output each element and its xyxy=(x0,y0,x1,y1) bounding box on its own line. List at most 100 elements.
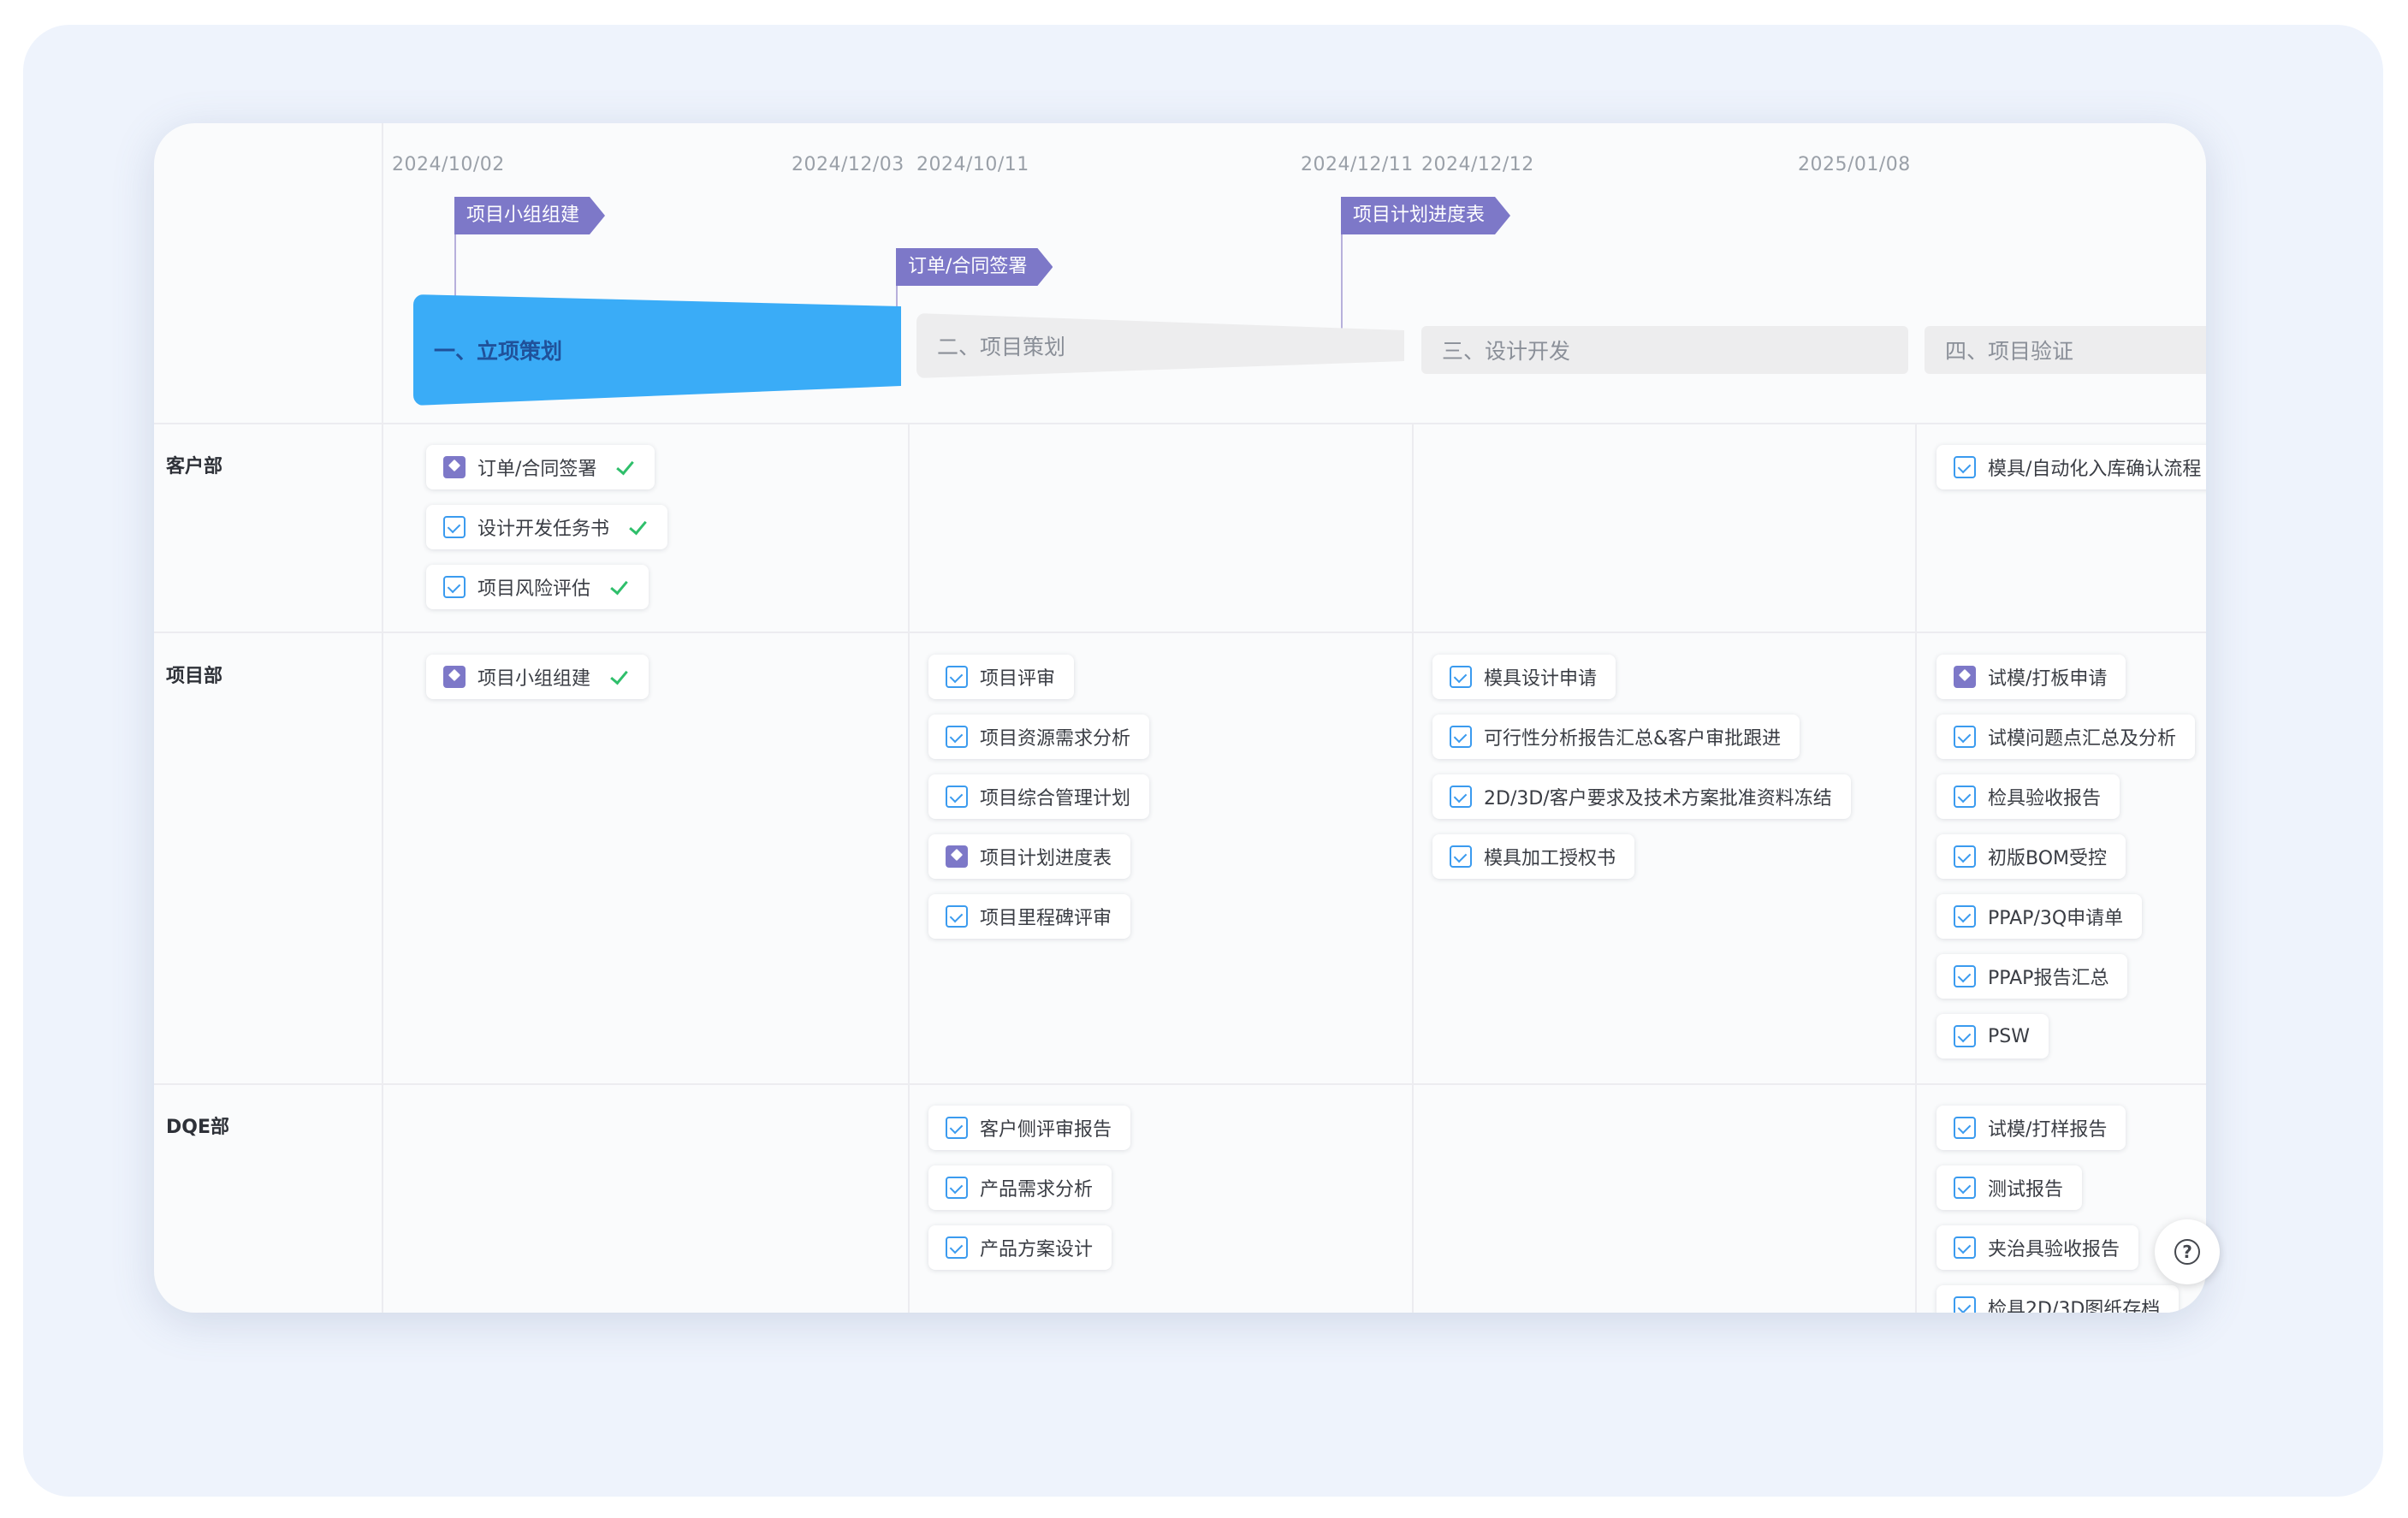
task-card[interactable]: 试模/打板申请 xyxy=(1936,655,2126,699)
task-card[interactable]: 测试报告 xyxy=(1936,1165,2083,1210)
task-icon xyxy=(1954,1296,1976,1313)
check-icon xyxy=(608,666,630,688)
task-icon xyxy=(946,726,968,748)
task-icon xyxy=(946,1177,968,1199)
task-card[interactable]: 项目资源需求分析 xyxy=(928,715,1150,759)
task-label: 客户侧评审报告 xyxy=(980,1119,1112,1141)
task-icon xyxy=(1954,1025,1976,1047)
task-label: 试模问题点汇总及分析 xyxy=(1988,728,2177,750)
task-card[interactable]: 客户侧评审报告 xyxy=(928,1106,1131,1150)
milestone-flag[interactable]: 订单/合同签署 xyxy=(896,248,1053,286)
phase-start-date: 2024/10/11 xyxy=(916,154,1029,175)
department-label: 项目部 xyxy=(166,666,223,687)
task-icon xyxy=(1954,1236,1976,1259)
task-card[interactable]: 项目小组组建 xyxy=(426,655,649,699)
task-card[interactable]: 模具/自动化入库确认流程 xyxy=(1936,445,2206,489)
task-icon xyxy=(1450,666,1472,688)
task-icon xyxy=(1450,726,1472,748)
task-icon xyxy=(1954,845,1976,868)
task-label: 初版BOM受控 xyxy=(1988,848,2108,869)
phase-end-date: 2024/12/11 xyxy=(1301,154,1414,175)
check-icon xyxy=(626,516,649,538)
task-icon xyxy=(946,666,968,688)
task-label: 2D/3D/客户要求及技术方案批准资料冻结 xyxy=(1484,788,1832,809)
task-card[interactable]: 初版BOM受控 xyxy=(1936,834,2126,879)
task-card[interactable]: 项目风险评估 xyxy=(426,565,649,609)
phase-bar-project-planning[interactable]: 二、项目策划 xyxy=(916,313,1404,378)
task-icon xyxy=(946,1117,968,1139)
row-divider xyxy=(154,632,2206,633)
task-card[interactable]: 2D/3D/客户要求及技术方案批准资料冻结 xyxy=(1432,774,1851,819)
task-card[interactable]: 项目计划进度表 xyxy=(928,834,1131,879)
task-label: 测试报告 xyxy=(1988,1179,2064,1201)
task-card[interactable]: 订单/合同签署 xyxy=(426,445,655,489)
task-icon xyxy=(946,786,968,808)
column-divider xyxy=(908,423,910,1313)
milestone-flag[interactable]: 项目小组组建 xyxy=(454,197,605,234)
task-icon xyxy=(443,516,466,538)
check-icon xyxy=(614,456,636,478)
task-card[interactable]: 试模问题点汇总及分析 xyxy=(1936,715,2196,759)
department-label: DQE部 xyxy=(166,1117,229,1138)
row-divider xyxy=(154,423,2206,424)
task-card[interactable]: PPAP/3Q申请单 xyxy=(1936,894,2143,939)
task-label: 模具/自动化入库确认流程 xyxy=(1988,459,2202,480)
task-icon xyxy=(1450,845,1472,868)
phase-start-date: 2024/10/02 xyxy=(392,154,505,175)
task-card[interactable]: 检具2D/3D图纸存档 xyxy=(1936,1285,2180,1313)
task-icon xyxy=(946,905,968,928)
task-label: PPAP/3Q申请单 xyxy=(1988,908,2124,929)
phase-bar-validation[interactable]: 四、项目验证 xyxy=(1925,326,2206,374)
milestone-flag[interactable]: 项目计划进度表 xyxy=(1341,197,1510,234)
help-button[interactable]: ? xyxy=(2155,1219,2220,1284)
task-card[interactable]: 检具验收报告 xyxy=(1936,774,2120,819)
task-card[interactable]: 可行性分析报告汇总&客户审批跟进 xyxy=(1432,715,1800,759)
task-icon xyxy=(1954,456,1976,478)
task-card[interactable]: 夹治具验收报告 xyxy=(1936,1225,2139,1270)
task-label: 项目风险评估 xyxy=(477,578,591,600)
task-icon xyxy=(1954,965,1976,987)
task-card[interactable]: 模具设计申请 xyxy=(1432,655,1616,699)
task-card[interactable]: 项目里程碑评审 xyxy=(928,894,1131,939)
phase-bar-design[interactable]: 三、设计开发 xyxy=(1421,326,1908,374)
task-card[interactable]: 试模/打样报告 xyxy=(1936,1106,2126,1150)
column-divider xyxy=(1915,423,1917,1313)
task-card[interactable]: 产品需求分析 xyxy=(928,1165,1112,1210)
task-card[interactable]: PPAP报告汇总 xyxy=(1936,954,2128,999)
milestone-icon xyxy=(946,845,968,868)
task-label: 项目评审 xyxy=(980,668,1056,690)
task-label: 夹治具验收报告 xyxy=(1988,1239,2120,1260)
task-icon xyxy=(1450,786,1472,808)
phase-end-date: 2025/01/08 xyxy=(1798,154,1911,175)
task-icon xyxy=(1954,726,1976,748)
task-label: 检具2D/3D图纸存档 xyxy=(1988,1299,2161,1313)
phase-bar-planning[interactable]: 一、立项策划 xyxy=(413,294,901,406)
row-divider xyxy=(154,1083,2206,1085)
milestone-icon xyxy=(443,666,466,688)
task-card[interactable]: 项目评审 xyxy=(928,655,1075,699)
task-card[interactable]: 模具加工授权书 xyxy=(1432,834,1635,879)
phase-start-date: 2024/12/12 xyxy=(1421,154,1534,175)
task-label: 模具设计申请 xyxy=(1484,668,1598,690)
task-label: 项目小组组建 xyxy=(477,668,591,690)
task-icon xyxy=(1954,1177,1976,1199)
task-card[interactable]: 设计开发任务书 xyxy=(426,505,668,549)
task-card[interactable]: 产品方案设计 xyxy=(928,1225,1112,1270)
task-label: 项目综合管理计划 xyxy=(980,788,1131,809)
task-label: 项目资源需求分析 xyxy=(980,728,1131,750)
task-label: 订单/合同签署 xyxy=(477,459,597,480)
task-label: 产品需求分析 xyxy=(980,1179,1094,1201)
task-label: 试模/打样报告 xyxy=(1988,1119,2108,1141)
gantt-board: 2024/10/02 2024/12/03 2024/10/11 2024/12… xyxy=(154,123,2206,1313)
task-icon xyxy=(1954,905,1976,928)
task-label: PSW xyxy=(1988,1025,2030,1047)
check-icon xyxy=(608,576,630,598)
task-icon xyxy=(1954,786,1976,808)
milestone-icon xyxy=(443,456,466,478)
task-label: 可行性分析报告汇总&客户审批跟进 xyxy=(1484,728,1782,750)
phase-end-date: 2024/12/03 xyxy=(792,154,904,175)
task-label: 检具验收报告 xyxy=(1988,788,2102,809)
milestone-icon xyxy=(1954,666,1976,688)
task-card[interactable]: PSW xyxy=(1936,1014,2049,1058)
task-card[interactable]: 项目综合管理计划 xyxy=(928,774,1150,819)
